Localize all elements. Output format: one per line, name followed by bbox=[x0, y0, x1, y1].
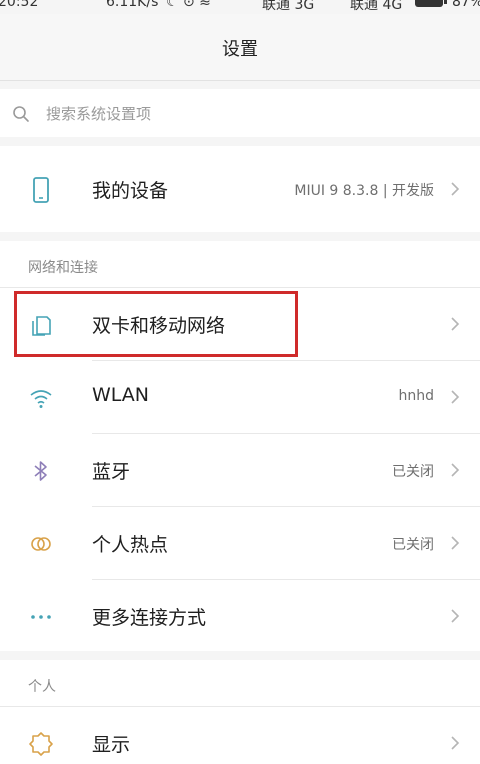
personal-card: 个人 显示 bbox=[0, 660, 480, 764]
title-bar: 设置 bbox=[0, 14, 480, 81]
row-label: 我的设备 bbox=[92, 180, 169, 202]
row-wlan[interactable]: WLAN hnhd bbox=[0, 361, 480, 433]
row-label: 显示 bbox=[92, 734, 131, 756]
chevron-right-icon bbox=[451, 609, 460, 623]
device-card: 我的设备 MIUI 9 8.3.8 | 开发版 bbox=[0, 146, 480, 232]
row-label: WLAN bbox=[92, 384, 150, 406]
row-value: 已关闭 bbox=[392, 537, 434, 553]
display-icon bbox=[29, 732, 53, 756]
chevron-right-icon bbox=[451, 736, 460, 750]
search-input[interactable]: 搜索系统设置项 bbox=[0, 89, 480, 137]
search-placeholder: 搜索系统设置项 bbox=[46, 105, 152, 123]
status-speed: 6.11K/s bbox=[106, 0, 159, 10]
bluetooth-icon bbox=[34, 461, 47, 481]
wifi-icon bbox=[30, 390, 52, 408]
section-header: 个人 bbox=[0, 660, 480, 706]
row-label: 蓝牙 bbox=[92, 461, 131, 483]
highlight-box bbox=[14, 291, 298, 357]
row-my-device[interactable]: 我的设备 MIUI 9 8.3.8 | 开发版 bbox=[0, 153, 480, 225]
row-value: 已关闭 bbox=[392, 464, 434, 480]
status-bar: 20:52 6.11K/s ☾ ⊙ ≋ 联通 3G 联通 4G 87% bbox=[0, 0, 480, 14]
row-bluetooth[interactable]: 蓝牙 已关闭 bbox=[0, 434, 480, 506]
status-icons: ☾ ⊙ ≋ bbox=[166, 0, 211, 10]
page-title: 设置 bbox=[222, 39, 258, 60]
section-header: 网络和连接 bbox=[0, 241, 480, 287]
chevron-right-icon bbox=[451, 463, 460, 477]
hotspot-icon bbox=[31, 537, 51, 551]
row-value: hnhd bbox=[398, 388, 434, 404]
settings-screen: 20:52 6.11K/s ☾ ⊙ ≋ 联通 3G 联通 4G 87% 设置 搜… bbox=[0, 0, 480, 764]
status-time: 20:52 bbox=[0, 0, 39, 10]
row-display[interactable]: 显示 bbox=[0, 707, 480, 764]
row-label: 更多连接方式 bbox=[92, 607, 207, 629]
row-label: 个人热点 bbox=[92, 534, 169, 556]
row-value: MIUI 9 8.3.8 | 开发版 bbox=[294, 183, 434, 199]
battery-icon bbox=[414, 0, 448, 12]
status-carrier-1: 联通 3G bbox=[262, 0, 315, 13]
row-hotspot[interactable]: 个人热点 已关闭 bbox=[0, 507, 480, 579]
search-icon bbox=[13, 106, 29, 122]
phone-icon bbox=[33, 177, 49, 203]
chevron-right-icon bbox=[451, 390, 460, 404]
row-more-connections[interactable]: 更多连接方式 bbox=[0, 580, 480, 652]
section-title: 网络和连接 bbox=[28, 260, 98, 276]
chevron-right-icon bbox=[451, 536, 460, 550]
status-carrier-2: 联通 4G bbox=[350, 0, 403, 13]
more-dots-icon bbox=[31, 615, 51, 619]
chevron-right-icon bbox=[451, 182, 460, 196]
status-battery-percent: 87% bbox=[452, 0, 480, 10]
chevron-right-icon bbox=[451, 317, 460, 331]
section-title: 个人 bbox=[28, 679, 56, 695]
